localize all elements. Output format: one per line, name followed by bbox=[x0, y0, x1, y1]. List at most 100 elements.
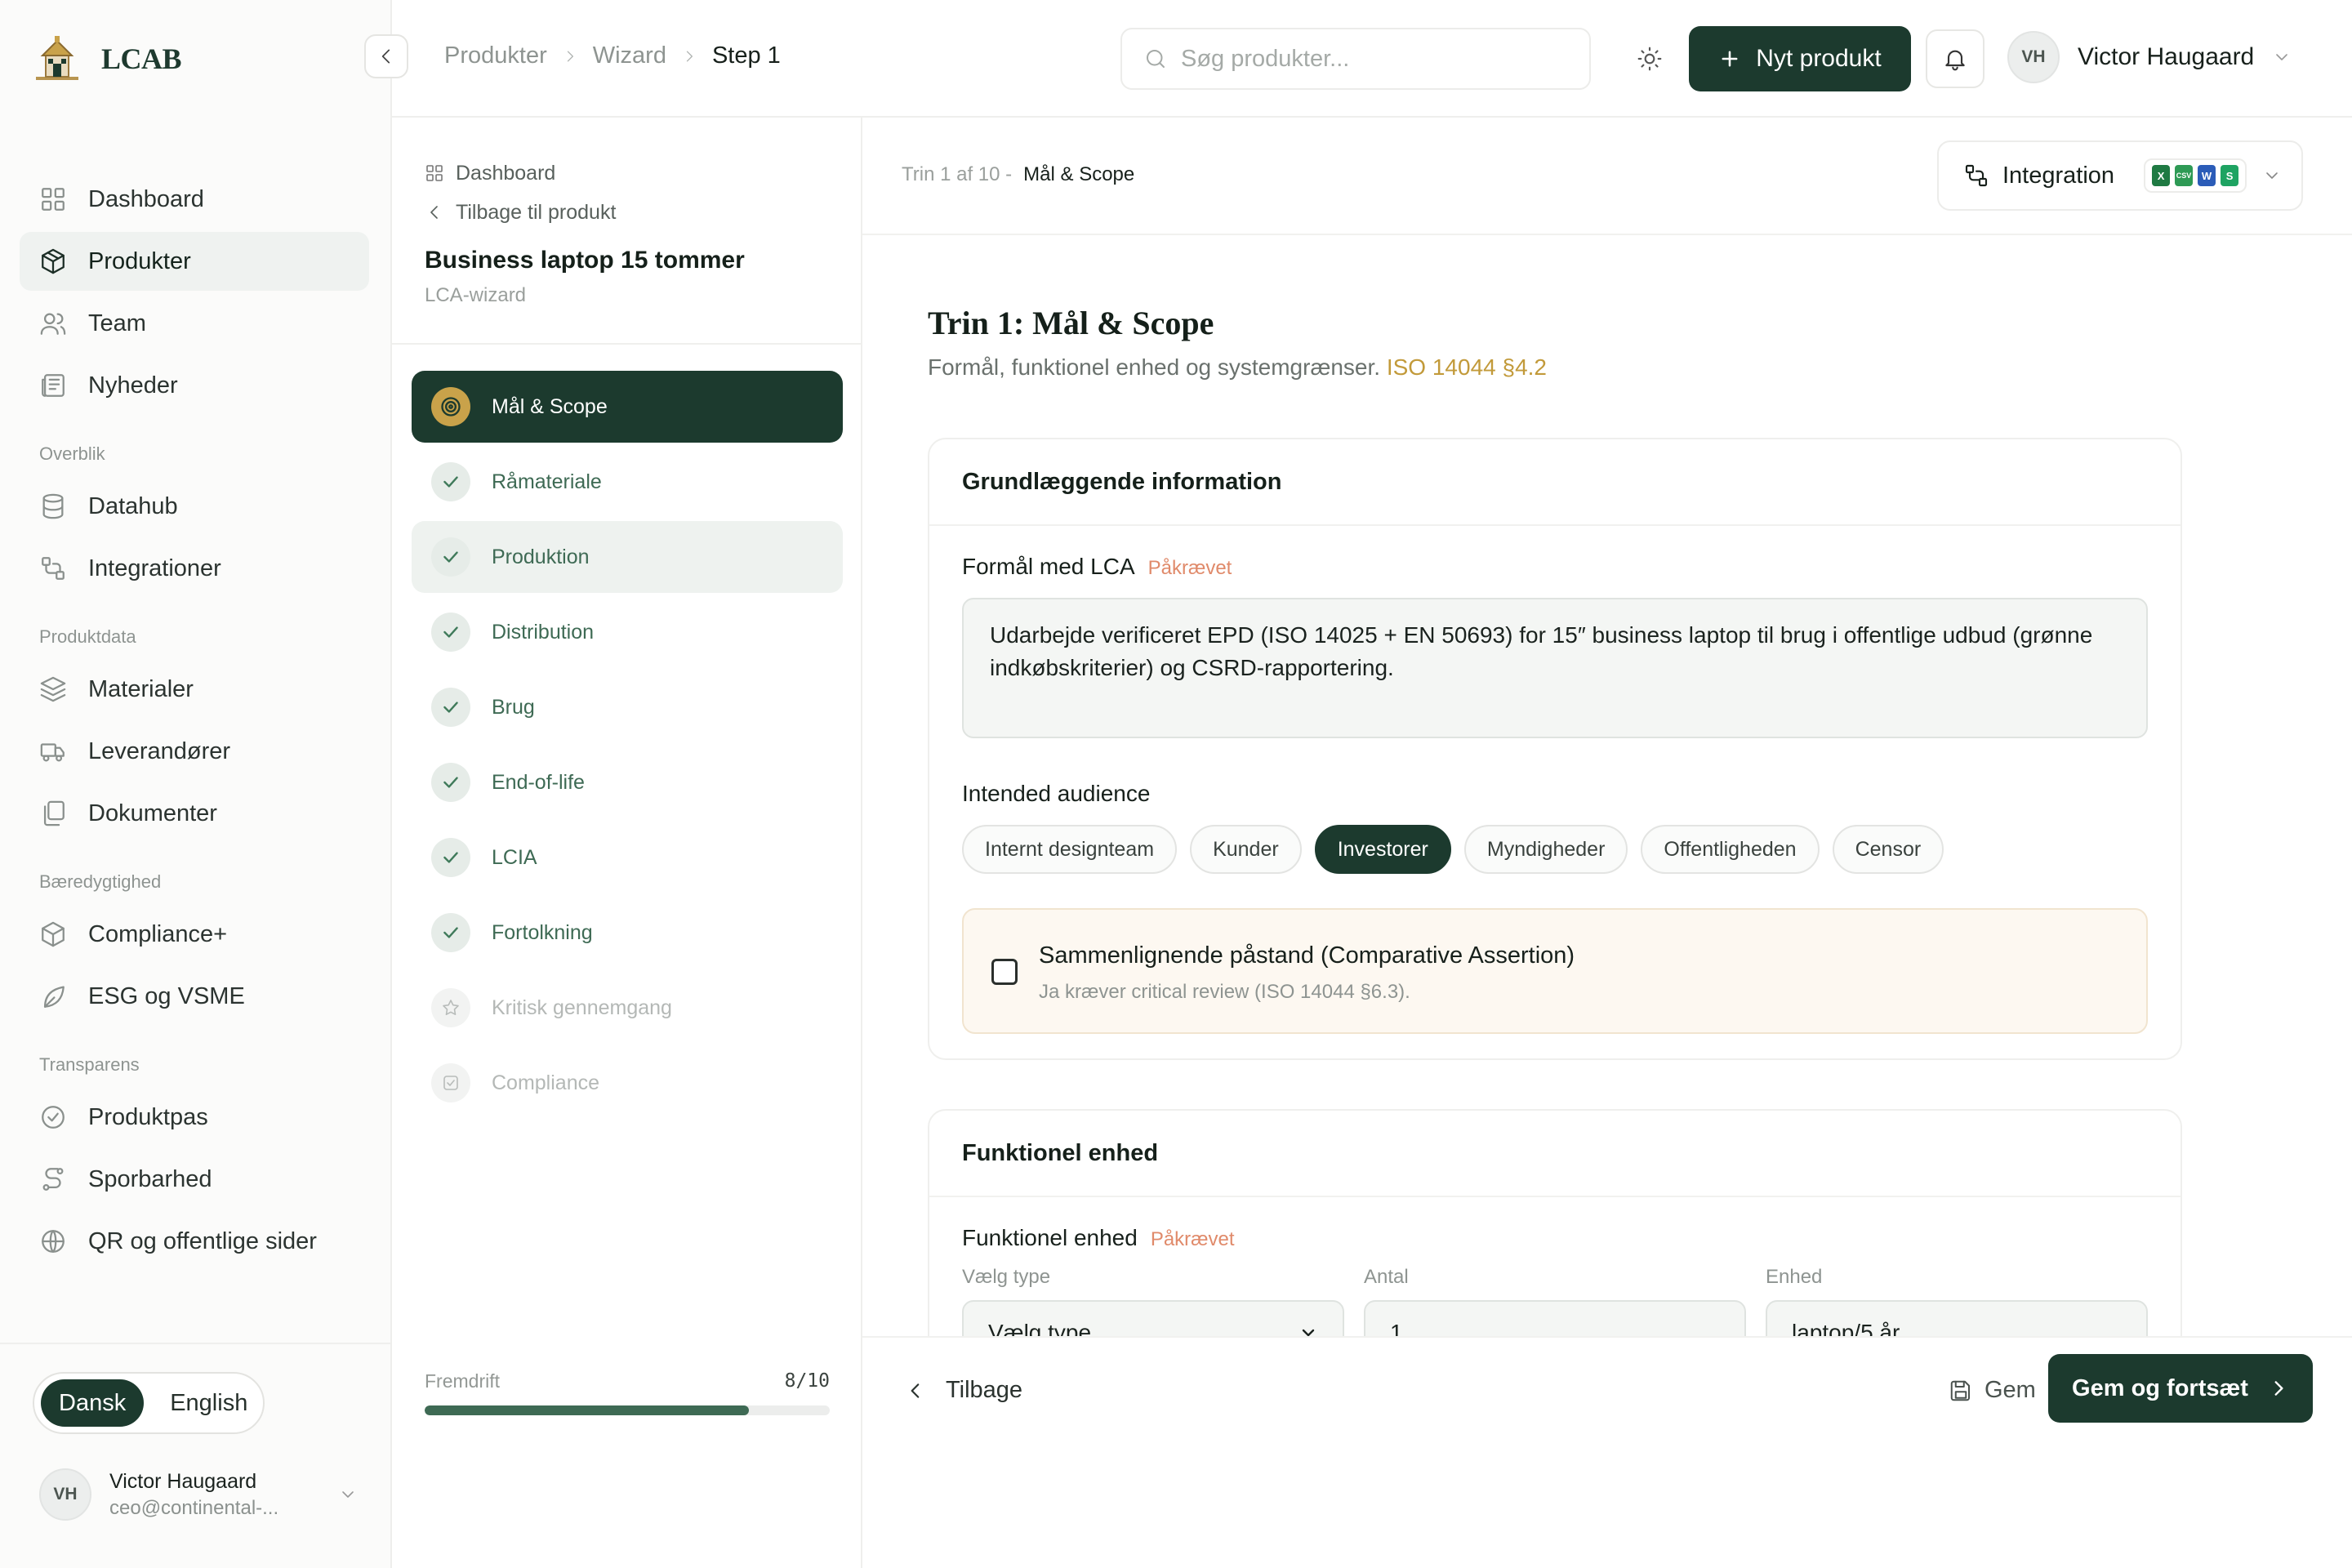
sidebar-item-leverandorer[interactable]: Leverandører bbox=[20, 722, 369, 781]
globe-icon bbox=[42, 1230, 65, 1253]
sidebar-item-integrationer[interactable]: Integrationer bbox=[20, 539, 369, 598]
sidebar-item-datahub[interactable]: Datahub bbox=[20, 477, 369, 536]
avatar: VH bbox=[2007, 31, 2060, 83]
comparative-assertion-box: Sammenlignende påstand (Comparative Asse… bbox=[962, 908, 2148, 1034]
new-product-button[interactable]: Nyt produkt bbox=[1689, 26, 1911, 91]
sidebar-item-label: Nyheder bbox=[88, 372, 178, 399]
lang-option-dansk[interactable]: Dansk bbox=[41, 1379, 145, 1427]
check-icon bbox=[431, 763, 470, 802]
sidebar-user-menu[interactable]: VH Victor Haugaard ceo@continental-... bbox=[39, 1468, 358, 1521]
grid-icon bbox=[426, 165, 443, 181]
step-label: LCIA bbox=[492, 845, 537, 869]
step-ramateriale[interactable]: Råmateriale bbox=[412, 446, 843, 518]
step-label: Produktion bbox=[492, 545, 590, 568]
csv-icon: CSV bbox=[2175, 165, 2194, 186]
comparative-assertion-checkbox[interactable] bbox=[991, 959, 1018, 985]
save-button[interactable]: Gem bbox=[1949, 1377, 2036, 1404]
step-label: Kritisk gennemgang bbox=[492, 996, 672, 1019]
wizard-dashboard-link[interactable]: Dashboard bbox=[425, 157, 828, 189]
sidebar: LCAB Dashboard Produkter Team Nyheder Ov… bbox=[0, 0, 408, 1568]
progress-track bbox=[425, 1405, 830, 1415]
audience-label: Intended audience bbox=[962, 781, 2148, 807]
sidebar-divider bbox=[0, 1343, 390, 1344]
integration-dropdown[interactable]: Integration X CSV W S bbox=[1937, 140, 2303, 211]
sidebar-item-label: Leverandører bbox=[88, 737, 231, 764]
sidebar-item-dokumenter[interactable]: Dokumenter bbox=[20, 784, 369, 843]
newspaper-icon bbox=[42, 374, 65, 397]
step-mal-scope[interactable]: Mål & Scope bbox=[412, 371, 843, 443]
sidebar-item-esg-vsme[interactable]: ESG og VSME bbox=[20, 967, 369, 1026]
breadcrumb-current: Step 1 bbox=[711, 42, 781, 69]
avatar: VH bbox=[39, 1468, 91, 1521]
audience-chip-kunder[interactable]: Kunder bbox=[1190, 825, 1302, 874]
step-brug[interactable]: Brug bbox=[412, 671, 843, 743]
sidebar-item-nyheder[interactable]: Nyheder bbox=[20, 356, 369, 415]
step-fortolkning[interactable]: Fortolkning bbox=[412, 897, 843, 969]
back-to-product-link[interactable]: Tilbage til produkt bbox=[425, 196, 828, 229]
sidebar-item-materialer[interactable]: Materialer bbox=[20, 660, 369, 719]
save-icon bbox=[1950, 1380, 1970, 1401]
chevron-right-icon bbox=[567, 51, 573, 61]
back-to-product-label: Tilbage til produkt bbox=[456, 200, 617, 224]
theme-toggle-button[interactable] bbox=[1627, 36, 1673, 82]
sidebar-item-qr-offentlige-sider[interactable]: QR og offentlige sider bbox=[20, 1212, 369, 1271]
breadcrumb-wizard[interactable]: Wizard bbox=[593, 42, 666, 69]
save-and-continue-button[interactable]: Gem og fortsæt bbox=[2048, 1354, 2313, 1423]
audience-chip-censor[interactable]: Censor bbox=[1832, 825, 1944, 874]
audience-chip-offentligheden[interactable]: Offentligheden bbox=[1641, 825, 1820, 874]
logo-icon bbox=[36, 36, 78, 80]
sidebar-item-label: Dokumenter bbox=[88, 800, 217, 826]
topbar: Produkter Wizard Step 1 Søg produkter...… bbox=[392, 0, 2352, 118]
page-title: Trin 1: Mål & Scope bbox=[928, 305, 1214, 341]
sidebar-item-dashboard[interactable]: Dashboard bbox=[20, 170, 369, 229]
audience-chip-investorer[interactable]: Investorer bbox=[1314, 825, 1451, 874]
audience-chip-internt-designteam[interactable]: Internt designteam bbox=[962, 825, 1178, 874]
basic-info-card: Grundlæggende information Formål med LCA… bbox=[928, 438, 2182, 1060]
sun-icon bbox=[1637, 47, 1662, 71]
main-content: Trin 1 af 10 - Mål & Scope Integration X… bbox=[862, 118, 2352, 1568]
save-and-continue-label: Gem og fortsæt bbox=[2072, 1374, 2248, 1401]
assertion-title: Sammenlignende påstand (Comparative Asse… bbox=[1039, 942, 1575, 969]
step-lcia[interactable]: LCIA bbox=[412, 822, 843, 893]
sidebar-item-produkter[interactable]: Produkter bbox=[20, 232, 369, 291]
user-name: Victor Haugaard bbox=[109, 1469, 257, 1493]
step-produktion[interactable]: Produktion bbox=[412, 521, 843, 593]
assertion-hint: Ja kræver critical review (ISO 14044 §6.… bbox=[1039, 981, 1410, 1003]
product-title: Business laptop 15 tommer bbox=[425, 247, 745, 274]
sidebar-item-compliance-plus[interactable]: Compliance+ bbox=[20, 905, 369, 964]
audience-chip-myndigheder[interactable]: Myndigheder bbox=[1463, 825, 1628, 874]
logo[interactable]: LCAB bbox=[31, 33, 182, 85]
sidebar-item-produktpas[interactable]: Produktpas bbox=[20, 1088, 369, 1147]
unit-label: Enhed bbox=[1766, 1266, 1823, 1288]
back-button[interactable]: Tilbage bbox=[905, 1377, 1022, 1404]
required-tag: Påkrævet bbox=[1150, 1228, 1235, 1250]
step-distribution[interactable]: Distribution bbox=[412, 596, 843, 668]
lang-option-english[interactable]: English bbox=[152, 1379, 265, 1427]
sidebar-item-label: Team bbox=[88, 310, 146, 336]
search-input[interactable]: Søg produkter... bbox=[1120, 28, 1591, 90]
card-title: Grundlæggende information bbox=[929, 439, 2180, 526]
back-label: Tilbage bbox=[946, 1377, 1023, 1403]
route-icon bbox=[42, 1168, 64, 1191]
sidebar-item-label: Sporbarhed bbox=[88, 1165, 212, 1192]
breadcrumb-produkter[interactable]: Produkter bbox=[444, 42, 547, 69]
checkbox-icon bbox=[431, 1063, 470, 1102]
step-end-of-life[interactable]: End-of-life bbox=[412, 746, 843, 818]
step-crumb-current: Mål & Scope bbox=[1023, 163, 1135, 185]
plug-icon bbox=[42, 557, 65, 580]
truck-icon bbox=[40, 743, 65, 762]
sidebar-item-team[interactable]: Team bbox=[20, 294, 369, 353]
section-title-overblik: Overblik bbox=[39, 443, 105, 464]
new-product-label: Nyt produkt bbox=[1756, 45, 1882, 72]
word-icon: W bbox=[2198, 165, 2216, 186]
top-user-name: Victor Haugaard bbox=[2078, 43, 2255, 70]
wizard-panel: Dashboard Tilbage til produkt Business l… bbox=[392, 118, 862, 1568]
step-label: Compliance bbox=[492, 1071, 600, 1094]
sidebar-item-label: Dashboard bbox=[88, 185, 204, 212]
sidebar-item-sporbarhed[interactable]: Sporbarhed bbox=[20, 1150, 369, 1209]
purpose-textarea[interactable]: Udarbejde verificeret EPD (ISO 14025 + E… bbox=[962, 598, 2148, 738]
notifications-button[interactable] bbox=[1926, 29, 1984, 88]
purpose-label: Formål med LCA Påkrævet bbox=[962, 554, 2148, 580]
collapse-sidebar-button[interactable] bbox=[364, 34, 408, 78]
top-user-menu[interactable]: VH Victor Haugaard bbox=[2007, 31, 2292, 83]
